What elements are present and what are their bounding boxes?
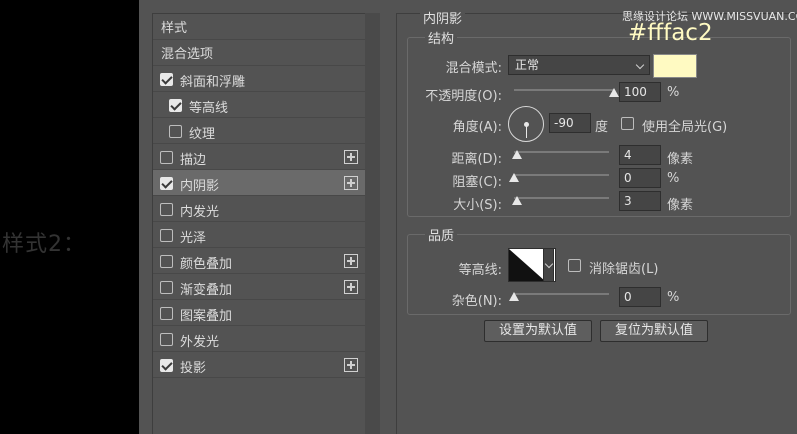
choke-slider-thumb[interactable]: [509, 173, 519, 182]
add-effect-icon[interactable]: [344, 280, 358, 294]
blend-options-label: 混合选项: [161, 47, 214, 62]
style-item-label: 纹理: [189, 127, 216, 142]
style-item-11[interactable]: 外发光: [153, 326, 378, 352]
add-effect-icon[interactable]: [344, 358, 358, 372]
canvas-background: [0, 0, 139, 434]
style-item-3[interactable]: 纹理: [153, 118, 378, 144]
layer-style-dialog: 样式 混合选项 斜面和浮雕 等高线 纹理 描边 内阴影 内发光 光泽 颜色叠加 渐变叠加 图案叠加…: [139, 0, 797, 434]
panel-title: 内阴影: [420, 8, 466, 27]
style-item-checkbox[interactable]: [160, 307, 173, 320]
angle-dial[interactable]: [508, 106, 544, 142]
angle-input[interactable]: -90: [549, 113, 591, 133]
angle-unit: 度: [595, 120, 609, 135]
add-effect-icon[interactable]: [344, 150, 358, 164]
style-item-label: 内发光: [180, 205, 220, 220]
style-item-12[interactable]: 投影: [153, 352, 378, 378]
style-item-label: 渐变叠加: [180, 283, 233, 298]
style-item-checkbox[interactable]: [160, 333, 173, 346]
style-item-4[interactable]: 描边: [153, 144, 378, 170]
distance-label: 距离(D):: [451, 152, 502, 167]
style-item-1[interactable]: 斜面和浮雕: [153, 66, 378, 92]
size-label: 大小(S):: [453, 198, 502, 213]
choke-slider-track[interactable]: [514, 174, 609, 176]
noise-slider-track[interactable]: [514, 293, 609, 295]
opacity-label: 不透明度(O):: [425, 89, 502, 104]
style-item-checkbox[interactable]: [160, 151, 173, 164]
style-list-header[interactable]: 样式: [153, 14, 378, 40]
distance-slider-track[interactable]: [514, 151, 609, 153]
shadow-color-swatch[interactable]: [653, 54, 697, 78]
size-slider-track[interactable]: [514, 197, 609, 199]
choke-unit: %: [667, 171, 680, 186]
style-item-9[interactable]: 渐变叠加: [153, 274, 378, 300]
anti-alias-checkbox[interactable]: [568, 259, 581, 272]
set-default-button[interactable]: 设置为默认值: [484, 320, 592, 342]
add-effect-icon[interactable]: [344, 254, 358, 268]
opacity-input[interactable]: 100: [619, 82, 661, 102]
style-item-7[interactable]: 光泽: [153, 222, 378, 248]
anti-alias-label: 消除锯齿(L): [589, 262, 659, 277]
style-item-checkbox[interactable]: [169, 125, 182, 138]
style-item-checkbox[interactable]: [160, 73, 173, 86]
contour-picker-button[interactable]: [543, 248, 554, 282]
style-item-label: 颜色叠加: [180, 257, 233, 272]
global-light-checkbox[interactable]: [621, 117, 634, 130]
style-item-2[interactable]: 等高线: [153, 92, 378, 118]
style-item-5[interactable]: 内阴影: [153, 170, 378, 196]
global-light-label: 使用全局光(G): [642, 120, 728, 135]
size-unit: 像素: [667, 198, 694, 213]
style-item-label: 光泽: [180, 231, 207, 246]
noise-unit: %: [667, 290, 680, 305]
opacity-slider-thumb[interactable]: [609, 88, 619, 97]
blend-options-item[interactable]: 混合选项: [153, 40, 378, 66]
size-slider-thumb[interactable]: [512, 196, 522, 205]
structure-group-title: 结构: [425, 28, 458, 47]
add-effect-icon[interactable]: [344, 176, 358, 190]
noise-slider-thumb[interactable]: [509, 292, 519, 301]
noise-label: 杂色(N):: [451, 294, 502, 309]
style-item-label: 斜面和浮雕: [180, 75, 246, 90]
style-item-checkbox[interactable]: [160, 359, 173, 372]
style-item-label: 描边: [180, 153, 207, 168]
style-item-checkbox[interactable]: [160, 281, 173, 294]
choke-input[interactable]: 0: [619, 168, 661, 188]
contour-label: 等高线:: [458, 263, 502, 278]
quality-group-title: 品质: [425, 225, 458, 244]
style-item-6[interactable]: 内发光: [153, 196, 378, 222]
style-item-checkbox[interactable]: [160, 203, 173, 216]
angle-center-dot: [524, 122, 529, 127]
style-item-label: 外发光: [180, 335, 220, 350]
distance-unit: 像素: [667, 152, 694, 167]
style-item-checkbox[interactable]: [160, 177, 173, 190]
blend-mode-value: 正常: [515, 58, 540, 72]
noise-input[interactable]: 0: [619, 287, 661, 307]
distance-slider-thumb[interactable]: [512, 150, 522, 159]
style-item-8[interactable]: 颜色叠加: [153, 248, 378, 274]
opacity-slider-track[interactable]: [514, 89, 614, 91]
chevron-down-icon: [635, 60, 645, 70]
reset-default-button[interactable]: 复位为默认值: [600, 320, 708, 342]
color-note: #fffac2: [628, 20, 713, 46]
style-list-header-label: 样式: [161, 21, 188, 36]
style-list: 样式 混合选项 斜面和浮雕等高线纹理描边内阴影内发光光泽颜色叠加渐变叠加图案叠加…: [152, 13, 379, 434]
choke-label: 阻塞(C):: [452, 175, 502, 190]
page-caption: 样式2：: [2, 232, 86, 257]
blend-mode-select[interactable]: 正常: [508, 55, 650, 75]
size-input[interactable]: 3: [619, 191, 661, 211]
distance-input[interactable]: 4: [619, 145, 661, 165]
style-item-label: 投影: [180, 361, 207, 376]
blend-mode-label: 混合模式:: [445, 61, 502, 76]
angle-label: 角度(A):: [452, 120, 502, 135]
style-item-label: 内阴影: [180, 179, 220, 194]
style-item-checkbox[interactable]: [160, 255, 173, 268]
style-item-label: 等高线: [189, 101, 229, 116]
style-item-checkbox[interactable]: [160, 229, 173, 242]
style-item-label: 图案叠加: [180, 309, 233, 324]
style-list-scrollbar[interactable]: [365, 13, 380, 434]
style-item-10[interactable]: 图案叠加: [153, 300, 378, 326]
style-item-checkbox[interactable]: [169, 99, 182, 112]
opacity-unit: %: [667, 85, 680, 100]
